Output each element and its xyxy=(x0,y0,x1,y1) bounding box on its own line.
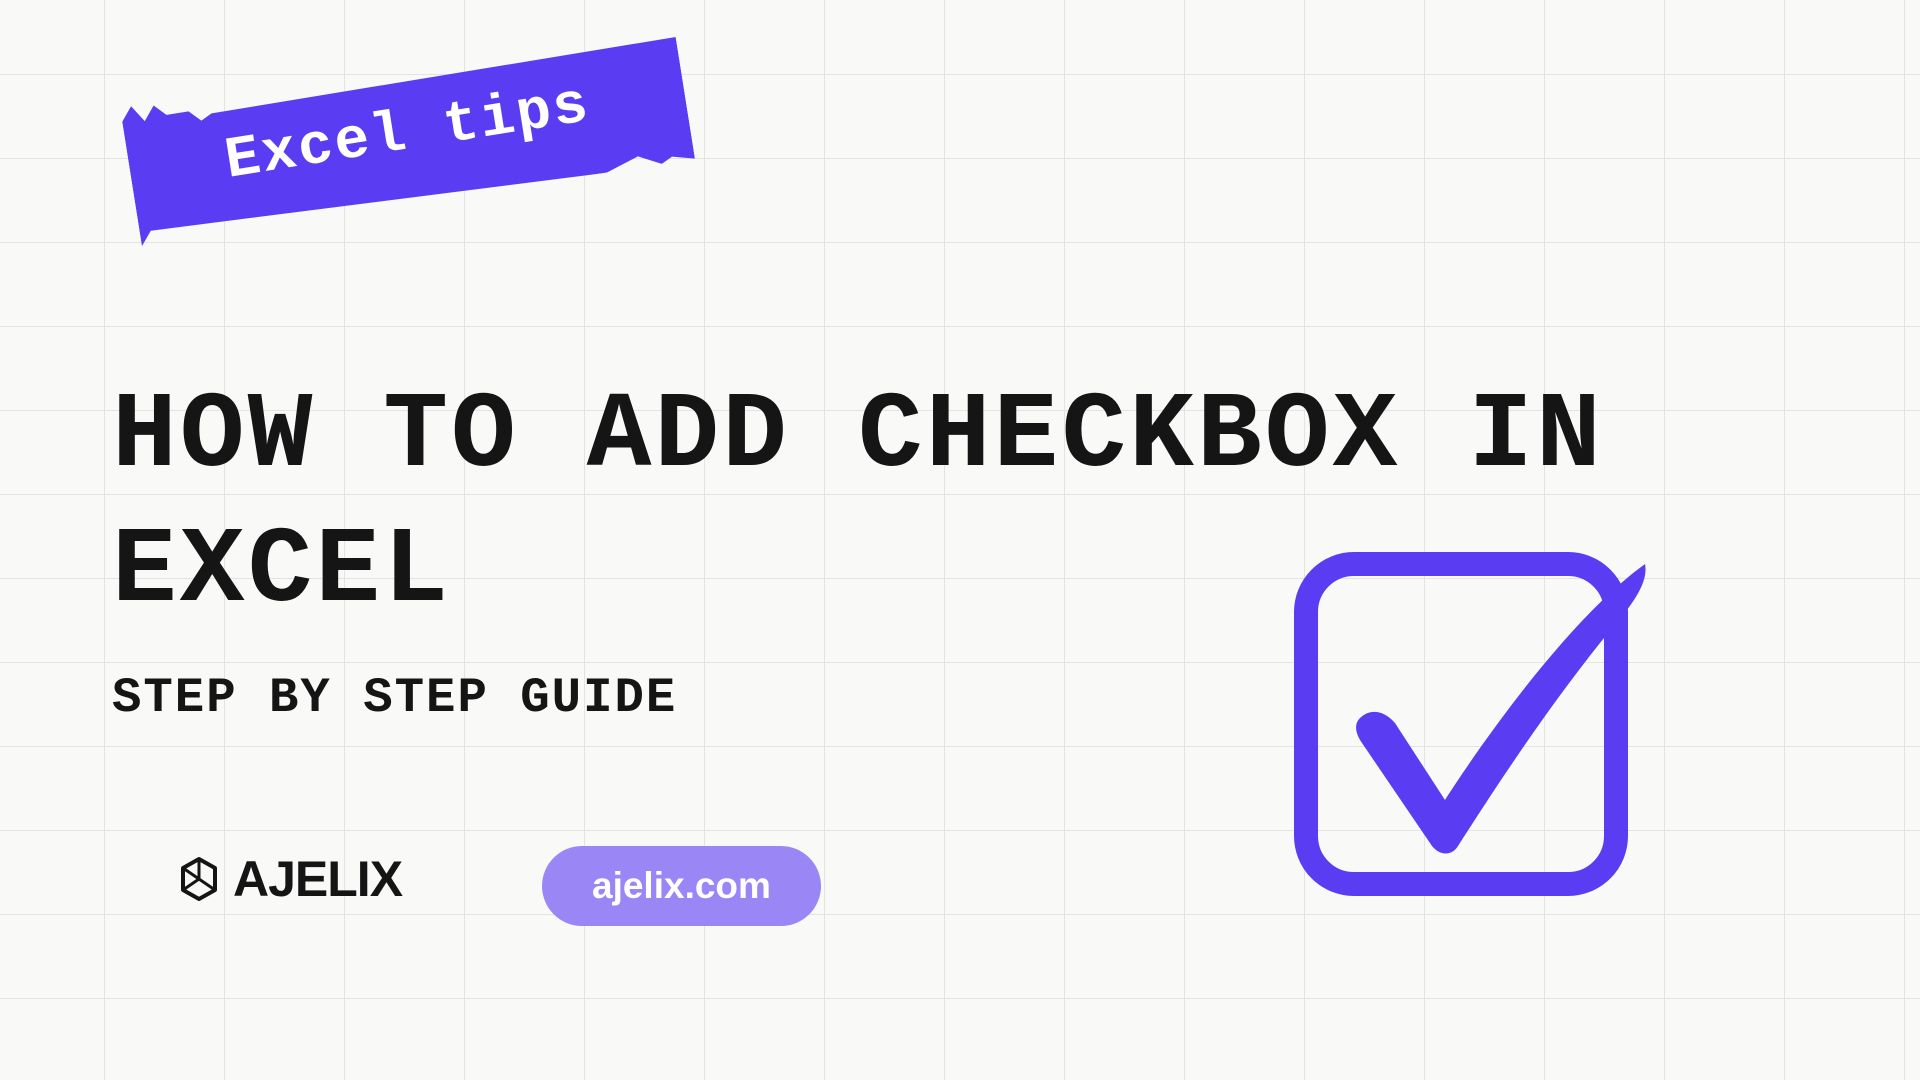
brand-name: AJELIX xyxy=(233,850,402,908)
url-pill: ajelix.com xyxy=(542,846,821,926)
page-subtitle: STEP BY STEP GUIDE xyxy=(112,670,677,726)
hexagon-icon xyxy=(175,855,223,903)
brand-logo: AJELIX xyxy=(175,850,402,908)
checkbox-check-icon xyxy=(1290,548,1660,918)
